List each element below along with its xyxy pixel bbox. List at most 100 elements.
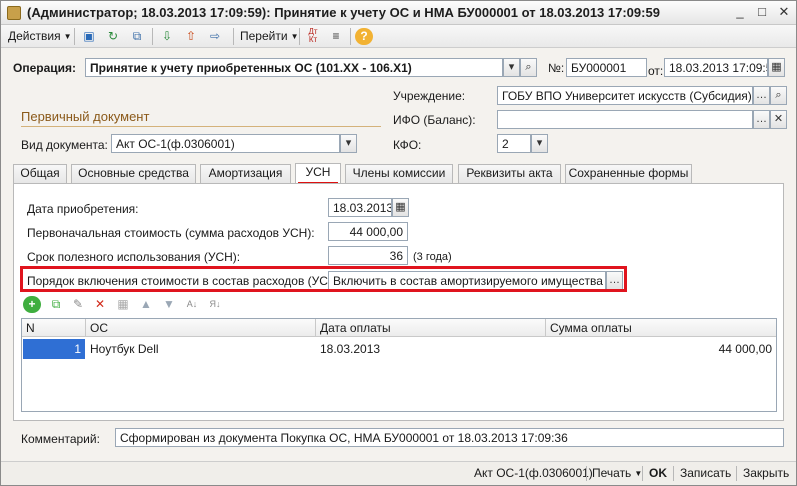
kfo-field[interactable]: 2 [497,134,531,153]
acquisition-date-field[interactable]: 18.03.2013 [328,198,392,217]
search-icon[interactable]: ⌕ [770,86,787,105]
chevron-down-icon[interactable]: ▾ [531,134,548,153]
payments-table[interactable]: N ОС Дата оплаты Сумма оплаты 1 Ноутбук … [21,318,777,412]
tab-fixed-assets[interactable]: Основные средства [71,164,196,183]
actions-menu[interactable]: Действия ▼ [8,28,72,45]
tab-usn[interactable]: УСН [295,163,341,184]
comment-label: Комментарий: [21,432,100,446]
doc-type-field[interactable]: Акт ОС-1(ф.0306001) [111,134,340,153]
doc-post-icon[interactable]: ▣ [80,28,98,45]
ifo-field[interactable] [497,110,753,129]
toolbar-separator [74,28,75,45]
calendar-icon[interactable]: ▦ [768,58,785,77]
refresh-icon[interactable]: ↻ [104,28,122,45]
export-icon[interactable]: ⇧ [182,28,200,45]
maximize-button[interactable]: □ [753,4,771,21]
document-window: (Администратор; 18.03.2013 17:09:59): Пр… [0,0,797,486]
useful-life-note: (3 года) [413,251,452,263]
bottom-bar: Акт ОС-1(ф.0306001) Печать ▼ OK Записать … [1,461,796,485]
help-icon[interactable]: ? [355,28,373,45]
toolbar: Действия ▼ ▣ ↻ ⧉ ⇩ ⇧ ⇨ Перейти ▼ Дт Кт ≡ ? [1,25,796,48]
highlight-frame [20,266,627,292]
column-header-payment-amount[interactable]: Сумма оплаты [546,319,776,337]
institution-label: Учреждение: [393,89,466,103]
tab-depreciation[interactable]: Амортизация [200,164,291,183]
tab-act-details[interactable]: Реквизиты акта [458,164,561,183]
operation-label: Операция: [13,61,77,75]
act-print-button[interactable]: Акт ОС-1(ф.0306001) [474,466,593,480]
operation-field[interactable]: Принятие к учету приобретенных ОС (101.Х… [85,58,503,77]
institution-field[interactable]: ГОБУ ВПО Университет искусств (Субсидия) [497,86,753,105]
copy-icon[interactable]: ⧉ [128,28,146,45]
save-button[interactable]: Записать [680,466,731,480]
select-icon[interactable]: … [753,110,770,129]
comment-field[interactable]: Сформирован из документа Покупка ОС, НМА… [115,428,784,447]
column-header-n[interactable]: N [22,319,86,337]
acquisition-date-label: Дата приобретения: [27,202,139,216]
move-down-icon[interactable]: ▼ [160,296,178,313]
add-icon[interactable]: + [23,296,41,313]
tab-general[interactable]: Общая [13,164,67,183]
tab-saved-forms[interactable]: Сохраненные формы [565,164,692,183]
chevron-down-icon: ▼ [290,32,299,42]
report-icon[interactable]: ≡ [327,28,345,45]
useful-life-field[interactable]: 36 [328,246,408,265]
table-row-amount[interactable]: 44 000,00 [546,339,776,359]
table-row-n[interactable]: 1 [23,339,85,359]
table-row-os[interactable]: Ноутбук Dell [86,339,316,359]
move-icon[interactable]: ⇨ [206,28,224,45]
initial-cost-label: Первоначальная стоимость (сумма расходов… [27,226,315,240]
actions-label: Действия [8,29,61,43]
bottom-separator [642,466,643,481]
sort-asc-icon[interactable]: A↓ [183,296,201,313]
column-header-payment-date[interactable]: Дата оплаты [316,319,546,337]
move-up-icon[interactable]: ▲ [137,296,155,313]
bottom-separator [586,466,587,481]
close-button[interactable]: Закрыть [743,466,789,480]
number-label: №: [548,61,565,75]
ifo-label: ИФО (Баланс): [393,113,476,127]
print-menu[interactable]: Печать ▼ [592,466,642,480]
goto-menu[interactable]: Перейти ▼ [240,28,298,45]
bottom-separator [673,466,674,481]
search-icon[interactable]: ⌕ [520,58,537,77]
edit-icon[interactable]: ✎ [69,296,87,313]
ok-button[interactable]: OK [649,466,667,480]
useful-life-label: Срок полезного использования (УСН): [27,250,241,264]
copy-row-icon[interactable]: ⧉ [47,296,65,313]
table-row-date[interactable]: 18.03.2013 [316,339,546,359]
column-header-os[interactable]: ОС [86,319,316,337]
doc-type-label: Вид документа: [21,138,108,152]
save-icon[interactable]: ▦ [114,296,132,313]
date-field[interactable]: 18.03.2013 17:09:59 [664,58,768,77]
chevron-down-icon[interactable]: ▾ [503,58,520,77]
clear-icon[interactable]: ✕ [770,110,787,129]
app-icon [7,6,21,20]
section-divider [21,126,381,127]
chevron-down-icon[interactable]: ▾ [340,134,357,153]
toolbar-separator [299,28,300,45]
bottom-separator [736,466,737,481]
window-title: (Администратор; 18.03.2013 17:09:59): Пр… [27,5,660,20]
close-window-button[interactable]: ✕ [775,4,793,21]
tab-commission[interactable]: Члены комиссии [345,164,453,183]
toolbar-separator [152,28,153,45]
kfo-label: КФО: [393,138,422,152]
print-label: Печать [592,466,632,480]
chevron-down-icon: ▼ [63,32,72,42]
select-icon[interactable]: … [753,86,770,105]
dt-kt-icon[interactable]: Дт Кт [304,28,322,45]
initial-cost-field[interactable]: 44 000,00 [328,222,408,241]
toolbar-separator [350,28,351,45]
title-bar: (Администратор; 18.03.2013 17:09:59): Пр… [1,1,796,25]
minimize-button[interactable]: _ [731,4,749,21]
date-label: от: [648,64,664,78]
import-icon[interactable]: ⇩ [158,28,176,45]
primary-doc-title: Первичный документ [21,109,150,124]
calendar-icon[interactable]: ▦ [392,198,409,217]
number-field[interactable]: БУ000001 [566,58,647,77]
sort-desc-icon[interactable]: Я↓ [206,296,224,313]
goto-label: Перейти [240,29,288,43]
delete-icon[interactable]: ✕ [91,296,109,313]
toolbar-separator [233,28,234,45]
